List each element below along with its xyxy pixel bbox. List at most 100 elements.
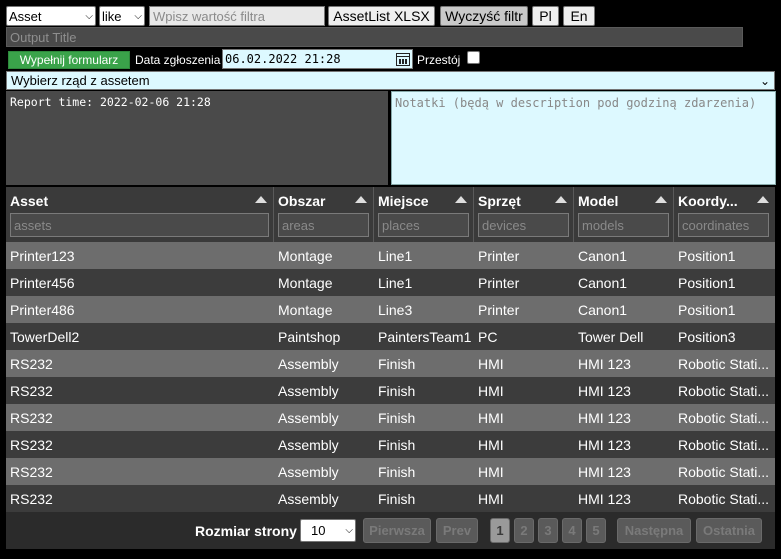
table-row[interactable]: RS232 Assembly Finish HMI HMI 123 Robotic Sta… (6, 350, 775, 377)
cell-model: Canon1 (578, 301, 628, 318)
table-row[interactable]: RS232 Assembly Finish HMI HMI 123 Robotic Sta… (6, 377, 775, 404)
first-page-button[interactable]: Pierwsza (363, 518, 431, 543)
column-filter-input[interactable]: devices (478, 213, 569, 237)
table-header: Asset assets Obszar areas Miejsce places… (6, 187, 775, 242)
chevron-down-icon: ⌵ (134, 10, 142, 22)
cell-asset: Printer123 (10, 247, 75, 264)
cell-device: Printer (478, 247, 520, 264)
table-row[interactable]: RS232 Assembly Finish HMI HMI 123 Robotic Sta… (6, 431, 775, 458)
column-filter-input[interactable]: coordinates (678, 213, 769, 237)
column-header-area[interactable]: Obszar areas (274, 187, 374, 242)
column-header-device[interactable]: Sprzęt devices (474, 187, 574, 242)
cell-asset: RS232 (10, 490, 53, 507)
table-row[interactable]: RS232 Assembly Finish HMI HMI 123 Robotic Sta… (6, 485, 775, 512)
cell-coordinates: Robotic Stati... (678, 382, 770, 399)
downtime-checkbox[interactable] (467, 51, 480, 64)
column-header-coordinates[interactable]: Koordy... coordinates (674, 187, 775, 242)
next-page-button[interactable]: Następna (617, 518, 691, 543)
filter-operator-value: like (102, 8, 122, 24)
column-filter-placeholder: models (582, 217, 624, 233)
pagination: Rozmiar strony 10 ⌵ Pierwsza Prev 1 2 3 … (6, 512, 775, 549)
sort-icon[interactable] (255, 196, 267, 203)
column-filter-placeholder: areas (282, 217, 315, 233)
report-time-panel: Report time: 2022-02-06 21:28 (6, 91, 388, 185)
table-row[interactable]: Printer456 Montage Line1 Printer Canon1 Posit… (6, 269, 775, 296)
date-label: Data zgłoszenia (135, 53, 221, 67)
table-row[interactable]: TowerDell2 Paintshop PaintersTeam1 PC Tower … (6, 323, 775, 350)
sort-icon[interactable] (355, 196, 367, 203)
column-filter-input[interactable]: assets (10, 213, 269, 237)
column-header-asset[interactable]: Asset assets (6, 187, 274, 242)
cell-coordinates: Robotic Stati... (678, 355, 770, 372)
page-size-label: Rozmiar strony (195, 522, 297, 539)
cell-place: Line3 (378, 301, 413, 318)
cell-area: Assembly (278, 355, 339, 372)
cell-asset: RS232 (10, 409, 53, 426)
column-header-place[interactable]: Miejsce places (374, 187, 474, 242)
cell-asset: RS232 (10, 436, 53, 453)
sort-icon[interactable] (555, 196, 567, 203)
filter-operator-select[interactable]: like ⌵ (99, 6, 145, 26)
calendar-icon[interactable] (396, 52, 410, 66)
cell-asset: TowerDell2 (10, 328, 80, 345)
column-filter-input[interactable]: models (578, 213, 669, 237)
column-filter-input[interactable]: areas (278, 213, 369, 237)
cell-coordinates: Robotic Stati... (678, 463, 770, 480)
cell-area: Paintshop (278, 328, 341, 345)
cell-device: HMI (478, 355, 504, 372)
cell-place: Line1 (378, 247, 413, 264)
table-row[interactable]: RS232 Assembly Finish HMI HMI 123 Robotic Sta… (6, 458, 775, 485)
fill-form-button[interactable]: Wypełnij formularz (8, 51, 130, 69)
sort-icon[interactable] (455, 196, 467, 203)
page-button-2[interactable]: 2 (514, 518, 534, 543)
column-filter-input[interactable]: places (378, 213, 469, 237)
sort-icon[interactable] (655, 196, 667, 203)
chevron-down-icon: ⌵ (345, 525, 353, 536)
table-row[interactable]: Printer486 Montage Line3 Printer Canon1 Posit… (6, 296, 775, 323)
cell-model: Canon1 (578, 274, 628, 291)
cell-model: Canon1 (578, 247, 628, 264)
notes-placeholder: Notatki (będą w description pod godziną … (395, 96, 757, 110)
filter-field-value: Asset (9, 8, 42, 24)
column-header-model[interactable]: Model models (574, 187, 674, 242)
report-time-text: Report time: 2022-02-06 21:28 (10, 95, 211, 109)
table-row[interactable]: RS232 Assembly Finish HMI HMI 123 Robotic Sta… (6, 404, 775, 431)
cell-model: HMI 123 (578, 436, 631, 453)
cell-place: Finish (378, 409, 416, 426)
chevron-down-icon: ⌄ (759, 73, 770, 88)
chevron-down-icon: ⌵ (85, 10, 93, 22)
cell-area: Montage (278, 274, 333, 291)
cell-area: Montage (278, 301, 333, 318)
table-row[interactable]: Printer123 Montage Line1 Printer Canon1 Posit… (6, 242, 775, 269)
export-xlsx-button[interactable]: AssetList XLSX (328, 6, 435, 26)
page-button-4[interactable]: 4 (562, 518, 582, 543)
prev-page-button[interactable]: Prev (436, 518, 478, 543)
column-filter-placeholder: places (382, 217, 420, 233)
cell-coordinates: Position3 (678, 328, 736, 345)
cell-place: Finish (378, 463, 416, 480)
page-button-3[interactable]: 3 (538, 518, 558, 543)
last-page-button[interactable]: Ostatnia (696, 518, 762, 543)
clear-filter-button[interactable]: Wyczyść filtr (440, 6, 528, 26)
date-input[interactable]: 06.02.2022 21:28 (222, 49, 413, 69)
cell-asset: RS232 (10, 463, 53, 480)
cell-model: HMI 123 (578, 382, 631, 399)
filter-field-select[interactable]: Asset ⌵ (6, 6, 96, 26)
column-filter-placeholder: coordinates (682, 217, 750, 233)
asset-row-select[interactable]: Wybierz rząd z assetem ⌄ (6, 71, 775, 90)
page-button-1[interactable]: 1 (490, 518, 510, 543)
notes-textarea[interactable]: Notatki (będą w description pod godziną … (391, 91, 776, 185)
asset-table: Asset assets Obszar areas Miejsce places… (6, 187, 775, 512)
output-title-input[interactable]: Output Title (6, 27, 743, 47)
lang-en-button[interactable]: En (563, 6, 595, 26)
page-size-select[interactable]: 10 ⌵ (300, 519, 356, 542)
cell-coordinates: Position1 (678, 301, 736, 318)
cell-coordinates: Robotic Stati... (678, 436, 770, 453)
page-button-5[interactable]: 5 (586, 518, 606, 543)
cell-device: HMI (478, 463, 504, 480)
table-body: Printer123 Montage Line1 Printer Canon1 Posit… (6, 242, 775, 512)
filter-value-input[interactable]: Wpisz wartość filtra (149, 6, 325, 26)
lang-pl-button[interactable]: Pl (532, 6, 559, 26)
output-title-placeholder: Output Title (10, 29, 77, 45)
sort-icon[interactable] (757, 196, 769, 203)
